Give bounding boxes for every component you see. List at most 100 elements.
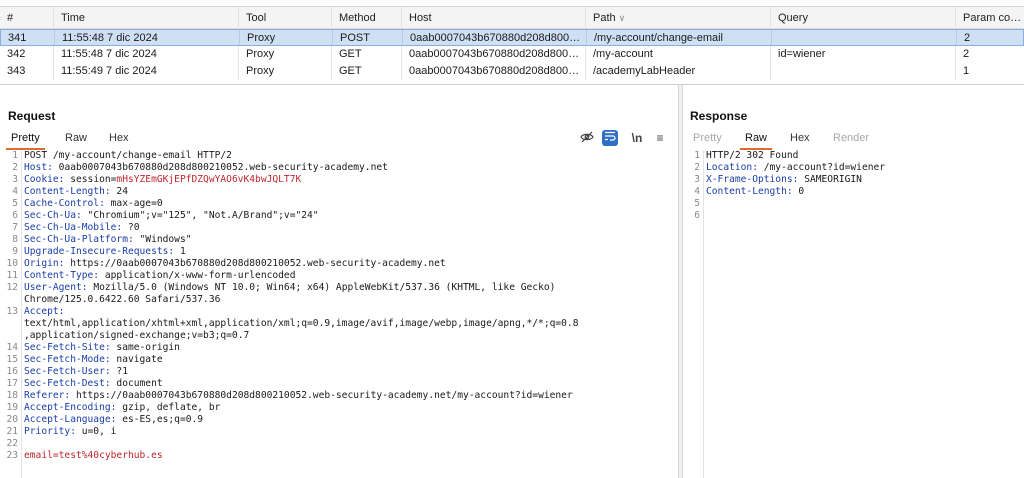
line-text: Content-Length: 0 <box>706 186 804 198</box>
header-name: Accept-Encoding: <box>24 402 117 413</box>
cell-method: GET <box>332 63 402 80</box>
line-number: 14 <box>6 342 18 353</box>
tab-pretty[interactable]: Pretty <box>6 130 45 150</box>
menu-icon[interactable]: ≡ <box>652 130 668 146</box>
horizontal-splitter[interactable] <box>0 84 1024 85</box>
column-header-param-count[interactable]: Param count <box>956 7 1024 28</box>
header-name: Upgrade-Insecure-Requests: <box>24 246 175 257</box>
header-name: Content-Type: <box>24 270 100 281</box>
cell-num: 342 <box>0 46 54 63</box>
tab-raw[interactable]: Raw <box>740 130 773 150</box>
line-number: 13 <box>6 306 18 317</box>
header-name: Sec-Fetch-Dest: <box>24 378 111 389</box>
header-value: gzip, deflate, br <box>116 402 221 413</box>
line-text: Content-Type: application/x-www-form-url… <box>24 270 295 282</box>
header-value: u=0, i <box>75 426 117 437</box>
header-name: Priority: <box>24 426 76 437</box>
line-number: 2 <box>12 162 18 173</box>
column-header-method[interactable]: Method <box>332 7 402 28</box>
column-header-query[interactable]: Query <box>771 7 956 28</box>
cell-num: 343 <box>0 63 54 80</box>
newline-toggle[interactable]: \n <box>629 130 645 146</box>
cell-time: 11:55:49 7 dic 2024 <box>54 63 239 80</box>
line-text: Sec-Fetch-User: ?1 <box>24 366 128 378</box>
cell-time: 11:55:48 7 dic 2024 <box>54 46 239 63</box>
tab-hex[interactable]: Hex <box>104 130 134 150</box>
line-text: Chrome/125.0.6422.60 Safari/537.36 <box>24 294 220 306</box>
sort-down-icon: ∨ <box>618 13 626 23</box>
eye-off-icon[interactable] <box>579 130 595 146</box>
header-value: max-age=0 <box>104 198 163 209</box>
line-number: 1 <box>12 150 18 161</box>
line-number: 15 <box>6 354 18 365</box>
header-name: Host: <box>24 162 53 173</box>
line-number: 3 <box>12 174 18 185</box>
header-name: Sec-Fetch-Mode: <box>24 354 111 365</box>
line-number: 20 <box>6 414 18 425</box>
header-value: /my-account?id=wiener <box>757 162 886 173</box>
cell-path: /my-account <box>586 46 771 63</box>
line-text: Origin: https://0aab0007043b670880d208d8… <box>24 258 446 270</box>
line-number: 4 <box>12 186 18 197</box>
tab-raw[interactable]: Raw <box>60 130 92 150</box>
cell-num: 341 <box>1 30 55 45</box>
line-number: 4 <box>694 186 700 197</box>
line-text: POST /my-account/change-email HTTP/2 <box>24 150 232 162</box>
header-name: Content-Length: <box>706 186 793 197</box>
cell-query <box>771 63 956 80</box>
request-editor[interactable]: 1 POST /my-account/change-email HTTP/2 2 Ho… <box>2 150 674 478</box>
cell-host: 0aab0007043b670880d208d80021... <box>402 63 586 80</box>
cell-path: /my-account/change-email <box>587 30 772 45</box>
cell-query: id=wiener <box>771 46 956 63</box>
tab-hex[interactable]: Hex <box>785 130 815 150</box>
header-value: ?1 <box>110 366 128 377</box>
header-name: Accept-Language: <box>24 414 117 425</box>
line-text: Sec-Ch-Ua-Platform: "Windows" <box>24 234 192 246</box>
request-panel-title: Request <box>8 109 56 123</box>
line-number: 11 <box>6 270 18 281</box>
tab-pretty[interactable]: Pretty <box>688 130 727 150</box>
cell-param-count: 2 <box>963 48 970 60</box>
cell-time: 11:55:48 7 dic 2024 <box>55 30 240 45</box>
line-number: 18 <box>6 390 18 401</box>
header-name: Accept: <box>24 306 65 317</box>
line-text: Cookie: session=mHsYZEmGKjEPfDZQwYAO6vK4… <box>24 174 301 186</box>
line-text: Host: 0aab0007043b670880d208d800210052.w… <box>24 162 388 174</box>
header-value: https://0aab0007043b670880d208d800210052… <box>64 258 446 269</box>
table-row[interactable]: 341 11:55:48 7 dic 2024 Proxy POST 0aab0… <box>0 29 1024 46</box>
line-number: 1 <box>694 150 700 161</box>
table-row[interactable]: 342 11:55:48 7 dic 2024 Proxy GET 0aab00… <box>0 46 1024 63</box>
line-text: HTTP/2 302 Found <box>706 150 798 162</box>
column-header-path[interactable]: Path ∨ <box>586 7 771 28</box>
vertical-splitter[interactable] <box>678 85 683 478</box>
line-number: 16 <box>6 366 18 377</box>
line-text: Cache-Control: max-age=0 <box>24 198 163 210</box>
table-header: # Time Tool Method Host Path ∨ Query Para… <box>0 7 1024 29</box>
header-name: User-Agent: <box>24 282 88 293</box>
line-text: Sec-Fetch-Mode: navigate <box>24 354 163 366</box>
line-text: text/html,application/xhtml+xml,applicat… <box>24 318 579 330</box>
header-name: Cookie: <box>24 174 65 185</box>
line-text: User-Agent: Mozilla/5.0 (Windows NT 10.0… <box>24 282 555 294</box>
cell-host: 0aab0007043b670880d208d80021... <box>402 46 586 63</box>
cell-query <box>772 30 957 45</box>
header-name: Location: <box>706 162 758 173</box>
header-name: Sec-Fetch-Site: <box>24 342 111 353</box>
column-header-tool[interactable]: Tool <box>239 7 332 28</box>
column-header-time[interactable]: Time <box>54 7 239 28</box>
line-number: 19 <box>6 402 18 413</box>
column-header-num[interactable]: # <box>0 7 54 28</box>
tab-render[interactable]: Render <box>828 130 874 150</box>
response-tabs: Pretty Raw Hex Render <box>688 130 888 150</box>
column-header-host[interactable]: Host <box>402 7 586 28</box>
cell-host: 0aab0007043b670880d208d80021... <box>403 30 587 45</box>
wrap-icon[interactable] <box>602 130 618 146</box>
table-row[interactable]: 343 11:55:49 7 dic 2024 Proxy GET 0aab00… <box>0 63 1024 80</box>
cell-method: GET <box>332 46 402 63</box>
line-text: Sec-Fetch-Dest: document <box>24 378 163 390</box>
line-number: 17 <box>6 378 18 389</box>
response-editor[interactable]: 1 HTTP/2 302 Found 2 Location: /my-account?… <box>684 150 1022 478</box>
cell-tool: Proxy <box>239 63 332 80</box>
header-value: 0aab0007043b670880d208d800210052.web-sec… <box>52 162 388 173</box>
cell-param-count: 2 <box>964 32 971 44</box>
